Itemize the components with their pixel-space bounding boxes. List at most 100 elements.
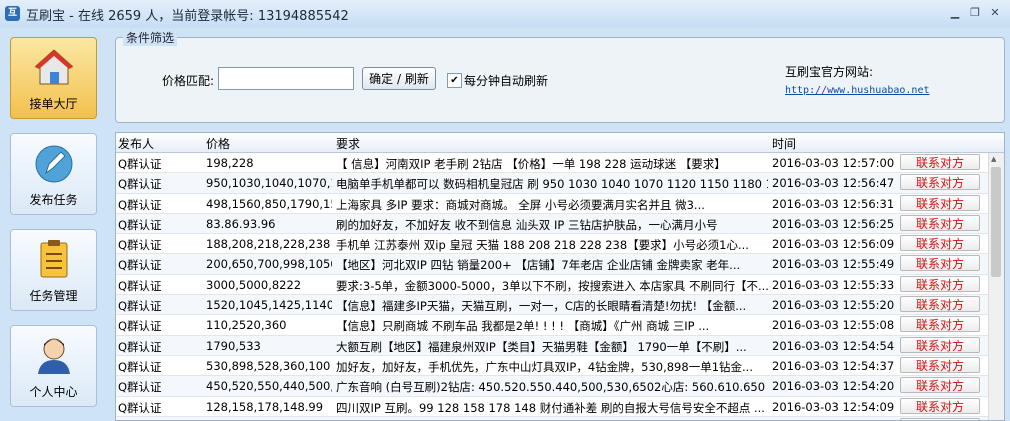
contact-button[interactable]: 联系对方 bbox=[900, 356, 980, 373]
table-row[interactable]: Q群认证 1520,1045,1425,1140,... 【信息】福建多IP天猫，天… bbox=[116, 295, 988, 316]
refresh-button[interactable]: 确定 / 刷新 bbox=[362, 67, 436, 90]
house-icon bbox=[34, 49, 73, 85]
price-cell: 110,2520,360 bbox=[206, 318, 287, 333]
col-header-time[interactable]: 时间 bbox=[772, 135, 796, 152]
table-row[interactable]: Q群认证 110,2520,360 【信息】只刷商城 不刷车品 我都是2单! ! !… bbox=[116, 315, 988, 336]
contact-button[interactable]: 联系对方 bbox=[900, 214, 980, 231]
price-cell: 1520,1045,1425,1140,... bbox=[206, 298, 332, 313]
sidebar-item-personal-center[interactable]: 个人中心 bbox=[10, 325, 97, 407]
publisher-cell: Q群认证 bbox=[118, 380, 162, 395]
publisher-cell: Q群认证 bbox=[118, 299, 162, 314]
order-table: 发布人 价格 要求 时间 Q群认证 198,228 【 信息】河南双IP 老手刷 2… bbox=[115, 132, 1005, 421]
official-site-label: 互刷宝官方网站: bbox=[785, 65, 874, 79]
contact-button[interactable]: 联系对方 bbox=[900, 174, 980, 191]
official-site-link[interactable]: http://www.hushuabao.net bbox=[785, 85, 930, 96]
requirement-cell: 手机单 江苏泰州 双ip 皇冠 天猫 188 208 218 228 238【要… bbox=[336, 238, 749, 253]
restore-icon[interactable]: ❐ bbox=[966, 5, 984, 21]
publisher-cell: Q群认证 bbox=[118, 319, 162, 334]
contact-button[interactable]: 联系对方 bbox=[900, 316, 980, 333]
col-header-requirement[interactable]: 要求 bbox=[336, 135, 360, 152]
requirement-cell: 加好友，加好友，手机优先，广东中山灯具双IP，4钻金牌，530,898一单1钻金… bbox=[336, 359, 753, 374]
sidebar-item-label: 任务管理 bbox=[29, 289, 78, 303]
table-row[interactable]: Q群认证 950,1030,1040,1070,1... 电脑单手机单都可以 数码相… bbox=[116, 173, 988, 194]
contact-button[interactable]: 联系对方 bbox=[900, 194, 980, 211]
col-header-price[interactable]: 价格 bbox=[206, 135, 230, 152]
table-row[interactable]: Q群认证 128,158,178,148.99 四川双IP 互刷。99 128 15… bbox=[116, 397, 988, 417]
sidebar-item-label: 个人中心 bbox=[29, 385, 78, 399]
time-cell: 2016-03-03 12:56:31 bbox=[772, 196, 895, 211]
price-cell: 498,1560,850,1790,15... bbox=[206, 196, 332, 211]
scroll-up-icon[interactable]: ▲ bbox=[991, 155, 996, 163]
time-cell: 2016-03-03 12:54:09 bbox=[772, 399, 895, 414]
publisher-cell: Q群认证 bbox=[118, 177, 162, 192]
contact-button[interactable]: 联系对方 bbox=[900, 255, 980, 272]
contact-button[interactable]: 联系对方 bbox=[900, 154, 980, 170]
price-cell: 450,520,550,440,500,... bbox=[206, 379, 332, 394]
table-row[interactable]: Q群认证 1790,533 大额互刷【地区】福建泉州双IP【类目】天猫男鞋【金额】 … bbox=[116, 335, 988, 356]
publisher-cell: Q群认证 bbox=[118, 278, 162, 293]
price-cell: 128,158,178,148.99 bbox=[206, 399, 324, 414]
sidebar-item-order-hall[interactable]: 接单大厅 bbox=[10, 37, 97, 119]
publisher-cell: Q群认证 bbox=[118, 400, 162, 415]
time-cell: 2016-03-03 12:57:00 bbox=[772, 156, 895, 170]
minimize-icon[interactable]: ▁ bbox=[946, 5, 964, 21]
auto-refresh-checkbox[interactable]: ✔ bbox=[447, 73, 462, 88]
requirement-cell: 四川双IP 互刷。99 128 158 178 148 财付通补差 刷的自报大号… bbox=[336, 400, 765, 415]
window-title: 互刷宝 - 在线 2659 人，当前登录帐号: 13194885542 bbox=[26, 9, 349, 24]
table-row[interactable]: Q群认证 83.86.93.96 刷的加好友，不加好友 收不到信息 汕头双 IP 三… bbox=[116, 213, 988, 235]
table-row[interactable]: Q群认证 530,898,528,360,100 加好友，加好友，手机优先，广东中山… bbox=[116, 356, 988, 377]
table-row[interactable]: Q群认证 200,650,700,998,1050 【地区】河北双IP 四钻 销量2… bbox=[116, 254, 988, 275]
price-cell: 3000,5000,8222 bbox=[206, 277, 302, 292]
sidebar: 接单大厅 发布任务 任务管理 个人中心 bbox=[0, 28, 107, 419]
contact-button[interactable]: 联系对方 bbox=[900, 275, 980, 292]
auto-refresh-label: 每分钟自动刷新 bbox=[464, 74, 549, 88]
price-cell: 950,1030,1040,1070,1... bbox=[206, 176, 332, 191]
filter-legend: 条件筛选 bbox=[123, 29, 178, 46]
app-logo-icon: 互 bbox=[5, 6, 20, 21]
user-icon bbox=[37, 338, 70, 374]
time-cell: 2016-03-03 12:54:54 bbox=[772, 338, 895, 353]
contact-button[interactable]: 联系对方 bbox=[900, 296, 980, 313]
price-cell: 530,898,528,360,100 bbox=[206, 358, 331, 373]
vertical-scrollbar[interactable]: ▲ bbox=[988, 153, 1004, 420]
requirement-cell: 广东音响 (白号互刷)2钻店: 450.520.550.440,500,530,… bbox=[336, 380, 766, 395]
publisher-cell: Q群认证 bbox=[118, 339, 162, 354]
contact-button[interactable]: 联系对方 bbox=[900, 397, 980, 414]
publisher-cell: Q群认证 bbox=[118, 217, 162, 232]
time-cell: 2016-03-03 12:56:47 bbox=[772, 176, 895, 191]
scrollbar-thumb[interactable] bbox=[991, 167, 1001, 277]
requirement-cell: 刷的加好友，不加好友 收不到信息 汕头双 IP 三钻店护肤品，一心满月小号 bbox=[336, 217, 718, 232]
requirement-cell: 要求:3-5单，金额3000-5000，3单以下不刷，按搜索进入 本店家具 不刷… bbox=[336, 278, 768, 293]
price-cell: 1790,533 bbox=[206, 338, 261, 353]
table-row[interactable]: Q群认证 498,1560,850,1790,15... 上海家具 多IP 要求：商… bbox=[116, 194, 988, 214]
requirement-cell: 大额互刷【地区】福建泉州双IP【类目】天猫男鞋【金额】 1790一单【不刷】..… bbox=[336, 339, 747, 354]
price-cell: 198,228 bbox=[206, 156, 254, 170]
sidebar-item-label: 发布任务 bbox=[29, 193, 78, 207]
requirement-cell: 【信息】福建多IP天猫，天猫互刷，一对一，C店的长眼睛看清楚!勿扰! 【金额..… bbox=[336, 299, 747, 314]
publisher-cell: Q群认证 bbox=[118, 238, 162, 253]
price-match-label: 价格匹配: bbox=[162, 74, 215, 88]
pen-icon bbox=[35, 145, 72, 183]
col-header-publisher[interactable]: 发布人 bbox=[118, 135, 154, 152]
time-cell: 2016-03-03 12:55:20 bbox=[772, 298, 895, 313]
price-match-input[interactable] bbox=[218, 67, 354, 90]
table-row[interactable]: Q群认证 450,520,550,440,500,... 广东音响 (白号互刷)2钻… bbox=[116, 376, 988, 397]
checklist-icon bbox=[40, 240, 67, 278]
sidebar-item-task-manage[interactable]: 任务管理 bbox=[10, 229, 97, 311]
time-cell: 2016-03-03 12:54:20 bbox=[772, 379, 895, 394]
publisher-cell: Q群认证 bbox=[118, 157, 162, 171]
time-cell: 2016-03-03 12:55:33 bbox=[772, 277, 895, 292]
time-cell: 2016-03-03 12:55:49 bbox=[772, 257, 895, 272]
contact-button[interactable]: 联系对方 bbox=[900, 336, 980, 353]
contact-button[interactable]: 联系对方 bbox=[900, 235, 980, 252]
table-row[interactable]: Q群认证 188,208,218,228,238 手机单 江苏泰州 双ip 皇冠 天… bbox=[116, 234, 988, 255]
price-cell: 188,208,218,228,238 bbox=[206, 237, 331, 252]
table-row[interactable]: Q群认证 3000,5000,8222 要求:3-5单，金额3000-5000，3单… bbox=[116, 275, 988, 296]
close-icon[interactable]: ✕ bbox=[986, 5, 1004, 21]
sidebar-item-publish-task[interactable]: 发布任务 bbox=[10, 133, 97, 215]
requirement-cell: 【信息】只刷商城 不刷车品 我都是2单! ! ! ! 【商城】《广州 商城 三I… bbox=[336, 319, 710, 334]
requirement-cell: 电脑单手机单都可以 数码相机皇冠店 刷 950 1030 1040 1070 1… bbox=[336, 177, 768, 192]
table-row[interactable]: Q群认证 198,228 【 信息】河南双IP 老手刷 2钻店 【价格】一单 198… bbox=[116, 153, 988, 174]
title-bar: 互 互刷宝 - 在线 2659 人，当前登录帐号: 13194885542 ▁ … bbox=[0, 0, 1010, 28]
contact-button[interactable]: 联系对方 bbox=[900, 377, 980, 394]
